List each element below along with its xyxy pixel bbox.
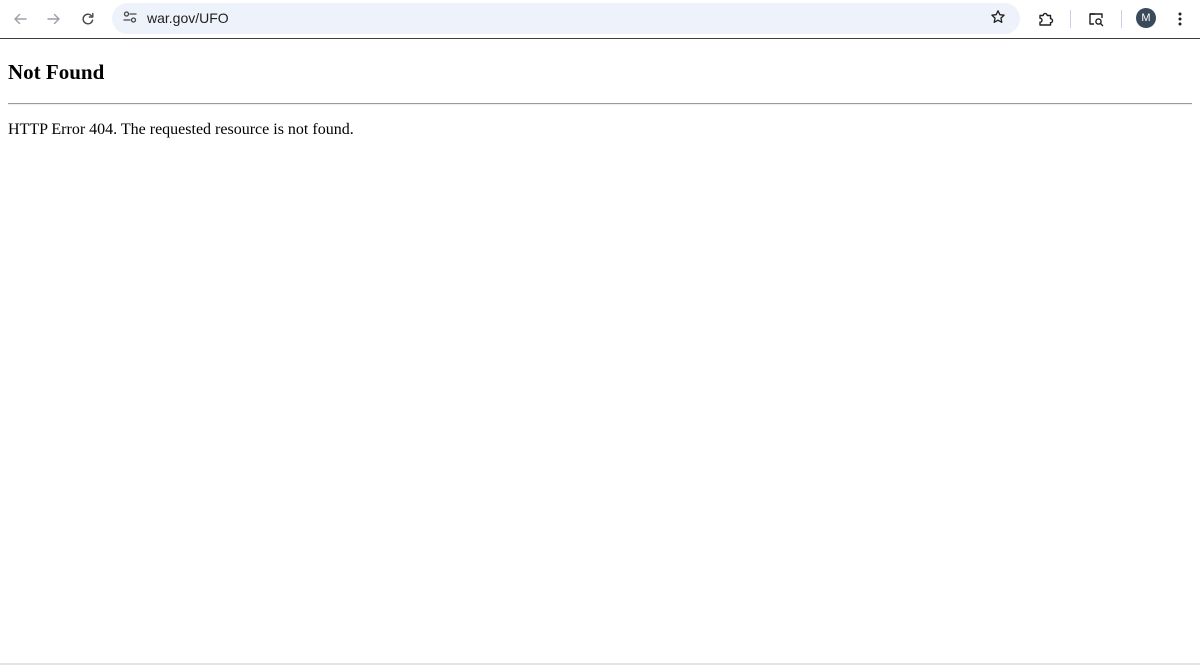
vertical-dots-icon	[1172, 11, 1188, 27]
horizontal-rule	[8, 103, 1192, 105]
back-button[interactable]	[6, 5, 34, 33]
profile-avatar[interactable]: M	[1136, 8, 1156, 28]
reading-mode-icon	[1087, 10, 1105, 28]
error-message: HTTP Error 404. The requested resource i…	[8, 121, 354, 138]
url-text[interactable]: war.gov/UFO	[147, 10, 229, 27]
bookmark-button[interactable]	[985, 6, 1011, 32]
toolbar-divider	[1070, 10, 1071, 28]
site-info-button[interactable]	[118, 7, 142, 31]
toolbar-divider	[1121, 10, 1122, 28]
extensions-button[interactable]	[1032, 5, 1060, 33]
puzzle-icon	[1037, 10, 1055, 28]
page-content: Not Found HTTP Error 404. The requested …	[0, 39, 1200, 663]
forward-button[interactable]	[40, 5, 68, 33]
arrow-left-icon	[12, 11, 28, 27]
reload-button[interactable]	[74, 5, 102, 33]
tune-icon	[122, 9, 138, 30]
arrow-right-icon	[46, 11, 62, 27]
reload-icon	[80, 11, 96, 27]
star-outline-icon	[990, 9, 1006, 30]
page-title: Not Found	[8, 60, 105, 84]
browser-toolbar: war.gov/UFO M	[0, 0, 1200, 39]
browser-menu-button[interactable]	[1166, 5, 1194, 33]
reading-mode-button[interactable]	[1082, 5, 1110, 33]
address-bar[interactable]: war.gov/UFO	[112, 3, 1020, 34]
